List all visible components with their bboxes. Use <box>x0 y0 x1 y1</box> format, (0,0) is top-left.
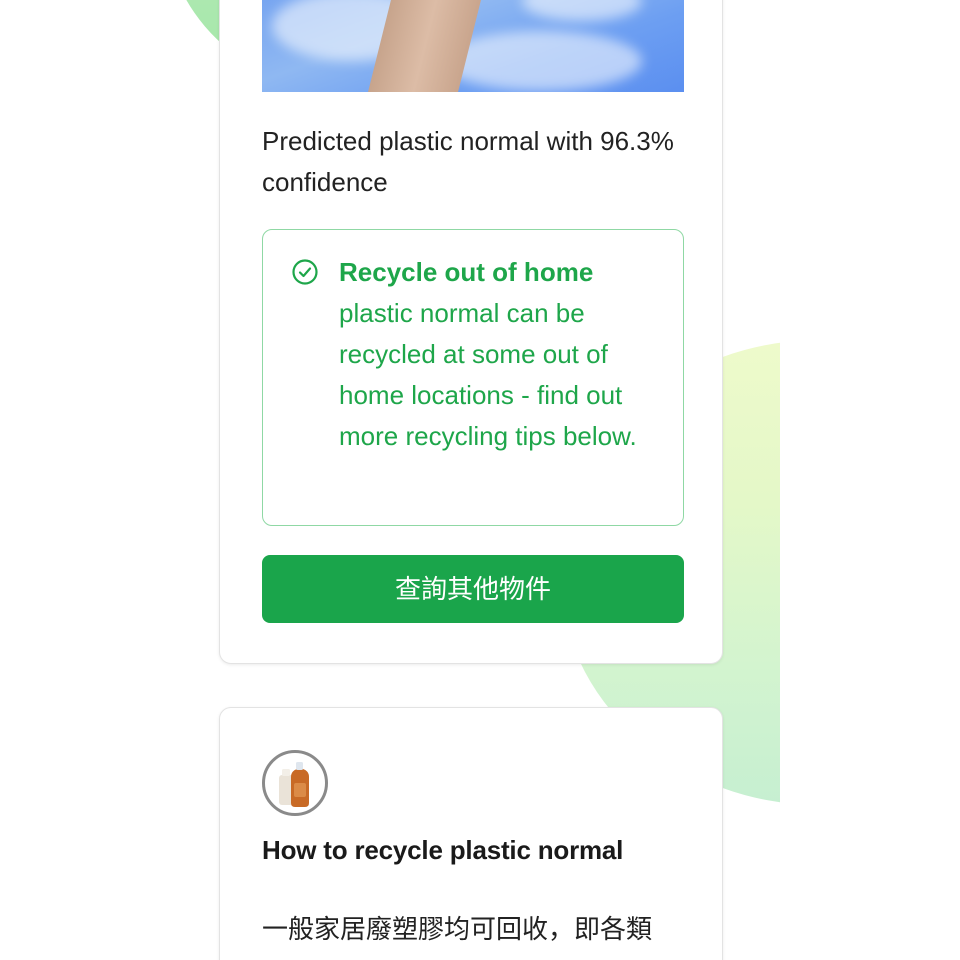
notice-title: Recycle out of home <box>339 257 594 287</box>
notice-body: plastic normal can be recycled at some o… <box>339 298 637 451</box>
section-title: How to recycle plastic normal <box>262 835 624 865</box>
page: Predicted plastic normal with 96.3% conf… <box>0 0 960 960</box>
query-other-items-button[interactable]: 查詢其他物件 <box>262 555 684 623</box>
plastic-bottle-icon <box>262 750 328 816</box>
section-body: 一般家居廢塑膠均可回收，即各類 <box>262 915 653 945</box>
result-card: Predicted plastic normal with 96.3% conf… <box>219 0 723 664</box>
check-circle-icon <box>292 259 318 285</box>
prediction-text: Predicted plastic normal with 96.3% conf… <box>262 126 674 197</box>
recycle-notice: Recycle out of home plastic normal can b… <box>262 229 684 526</box>
recycle-info-card: How to recycle plastic normal 一般家居廢塑膠均可回… <box>219 707 723 960</box>
uploaded-photo <box>262 0 684 92</box>
